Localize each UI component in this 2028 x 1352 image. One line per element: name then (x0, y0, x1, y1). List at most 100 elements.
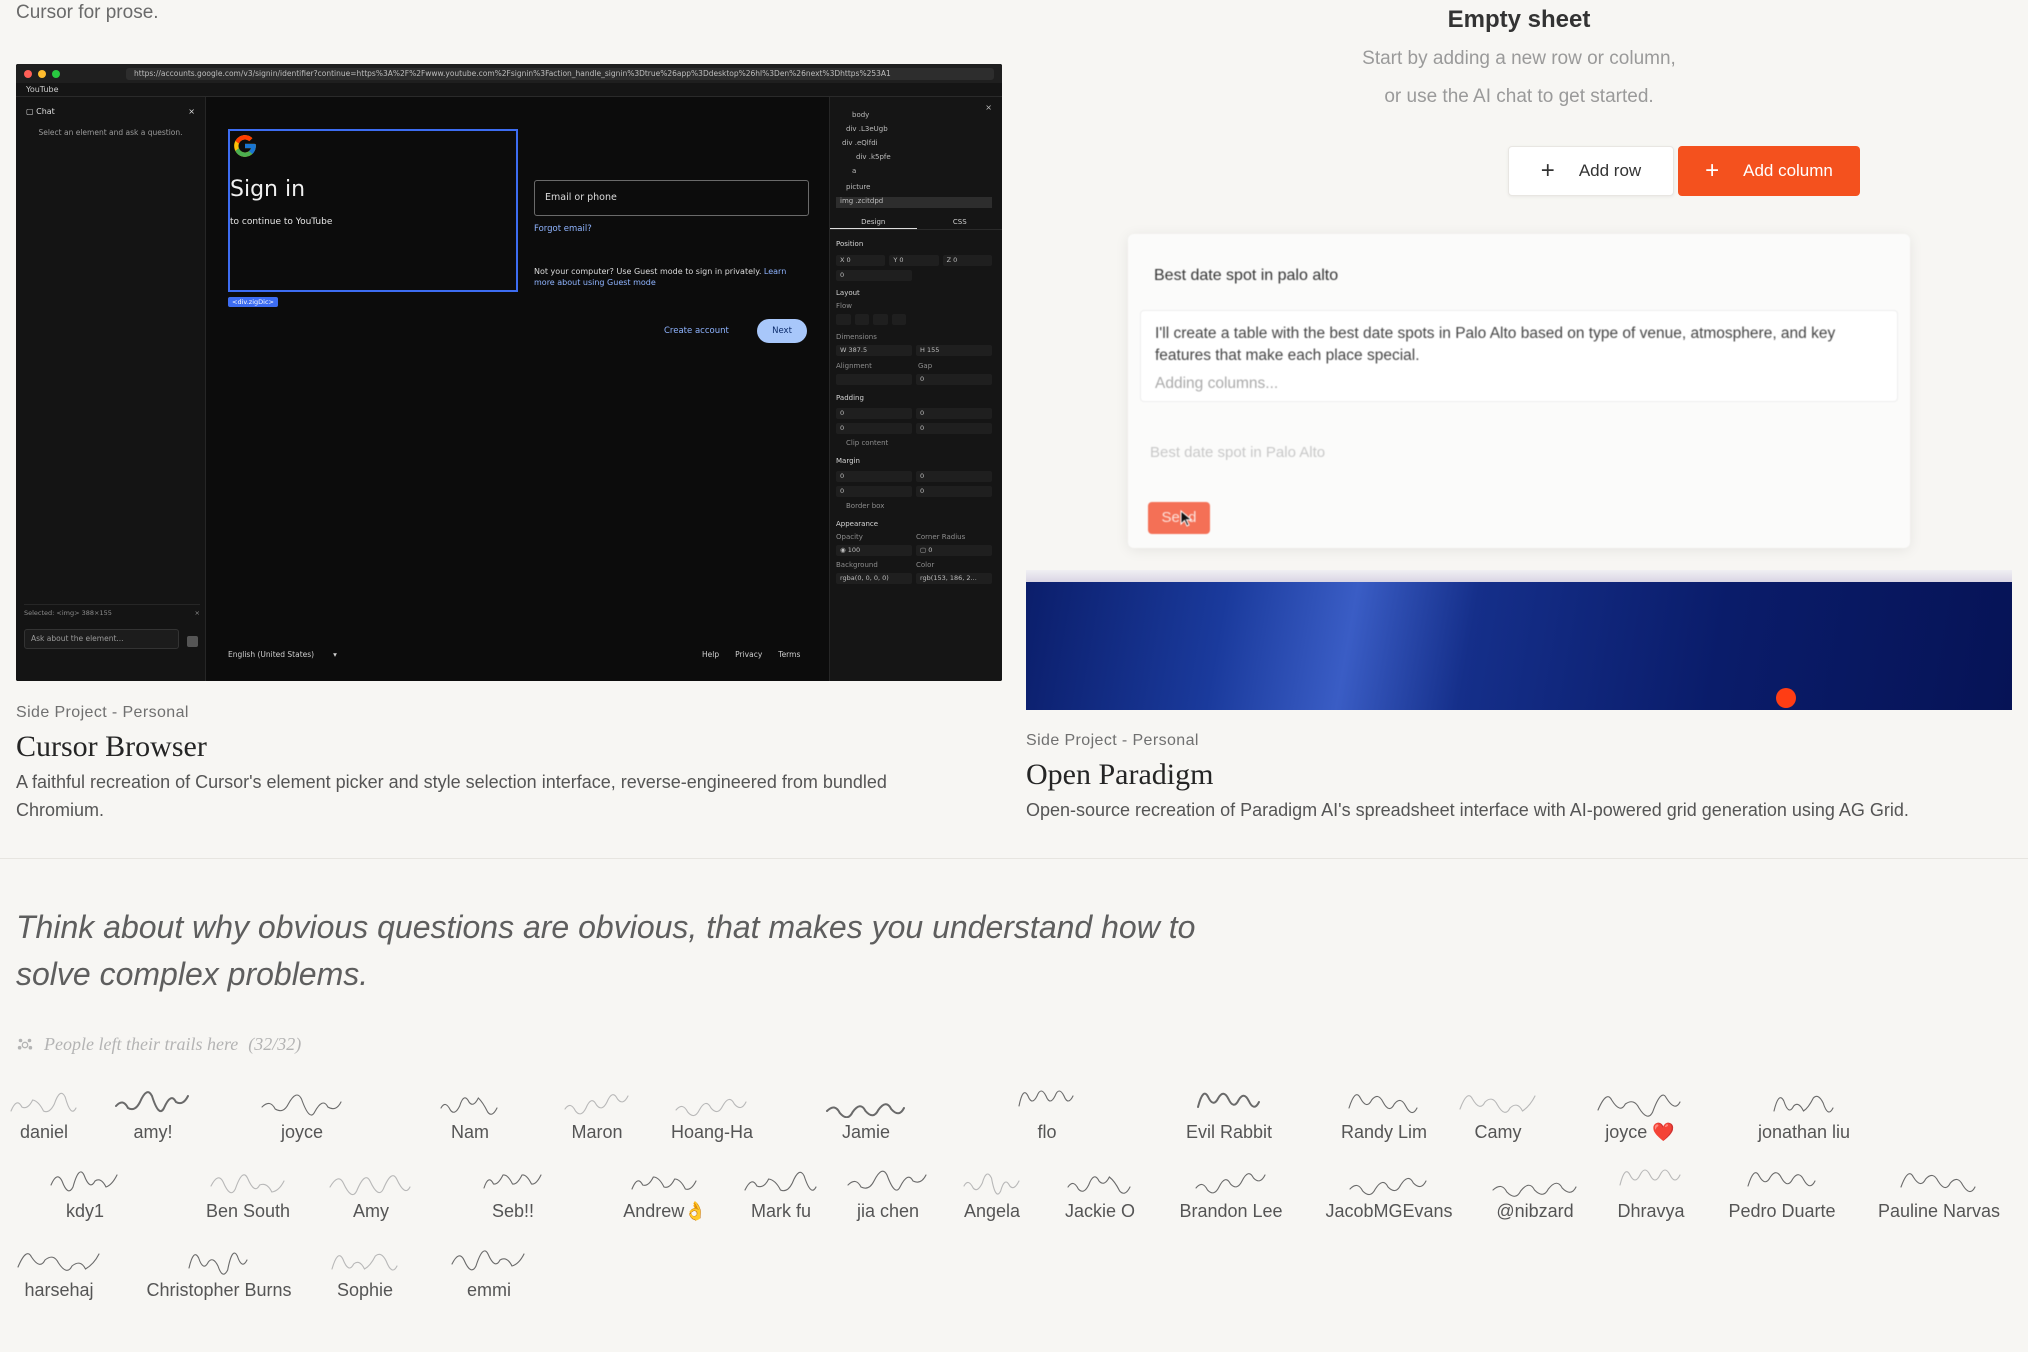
selected-element-outline: Sign in to continue to YouTube (228, 129, 518, 292)
google-logo-icon (234, 135, 256, 157)
signature-scribble (1196, 1092, 1260, 1108)
signature: amy! (73, 1088, 233, 1143)
section-divider (0, 858, 2028, 859)
position-section: Position (836, 240, 864, 248)
signature-scribble (1772, 1095, 1834, 1113)
open-paradigm-screenshot[interactable]: Empty sheet Start by adding a new row or… (1026, 0, 2012, 710)
add-column-button: + Add column (1678, 146, 1860, 196)
signature: Seb!! (433, 1167, 593, 1222)
signature-scribble (9, 1092, 77, 1113)
padding-section: Padding (836, 394, 864, 402)
browser-tab: YouTube (16, 83, 1002, 97)
project-tag: Side Project - Personal (16, 704, 189, 721)
signature-scribble (1018, 1090, 1074, 1107)
language-select: English (United States) ▾ (228, 650, 337, 659)
tree-node: div .k5pfe (856, 153, 891, 161)
signature-name: Evil Rabbit (1185, 1122, 1273, 1142)
signature-scribble (115, 1091, 189, 1112)
signature: emmi (409, 1246, 569, 1301)
project-tag: Side Project - Personal (1026, 732, 1199, 749)
corner-radius-label: Corner Radius (916, 533, 966, 541)
section-tagline: Cursor for prose. (16, 2, 159, 23)
tab-design: Design (830, 214, 917, 229)
signature-name: amy! (133, 1122, 173, 1142)
project-title[interactable]: Cursor Browser (16, 730, 207, 764)
signature: Amy (291, 1167, 451, 1222)
signature-scribble (50, 1171, 118, 1192)
signature: jonathan liu (1724, 1088, 1884, 1143)
close-icon: × (188, 107, 195, 116)
opacity-label: Opacity (836, 533, 863, 541)
empty-sheet-title: Empty sheet (1447, 6, 1591, 33)
trails-heading: People left their trails here (32/32) (16, 1034, 301, 1055)
user-question: Best date spot in palo alto (1154, 267, 1339, 284)
signature-scribble (631, 1176, 697, 1190)
signature-name: Christopher Burns (146, 1280, 292, 1300)
hero-frame-bar (1026, 570, 2012, 582)
signin-title: Sign in (230, 177, 306, 202)
signature: kdy1 (5, 1167, 165, 1222)
signature: flo (967, 1088, 1127, 1143)
cursor-browser-screenshot[interactable]: https://accounts.google.com/v3/signin/id… (16, 64, 1002, 681)
tree-node: picture (846, 183, 871, 191)
signature: JacobMGEvans (1309, 1167, 1469, 1222)
minimize-window-dot (38, 69, 46, 78)
margin-section: Margin (836, 457, 860, 465)
flow-label: Flow (836, 302, 852, 310)
ai-chat-card: Best date spot in palo alto I'll create … (1128, 234, 1910, 548)
signature-name: JacobMGEvans (1325, 1201, 1453, 1221)
signature-scribble (209, 1174, 285, 1194)
signature-name: emmi (467, 1280, 511, 1300)
create-account-link: Create account (664, 326, 729, 336)
signin-subtitle: to continue to YouTube (230, 217, 333, 227)
signature-name: Pauline Narvas (1877, 1201, 2001, 1221)
signature-name: jonathan liu (1757, 1122, 1851, 1142)
close-window-dot (24, 69, 32, 78)
border-box-checkbox: Border box (846, 502, 885, 510)
signature-name: kdy1 (65, 1201, 105, 1221)
gap-label: Gap (918, 362, 933, 370)
signature-name: flo (1037, 1122, 1057, 1142)
ai-answer: I'll create a table with the best date s… (1140, 310, 1898, 402)
signature-scribble (329, 1175, 411, 1196)
close-icon: × (985, 103, 992, 112)
signature: Jamie (786, 1088, 946, 1143)
chat-title: ▢ Chat (26, 107, 55, 116)
layout-section: Layout (836, 289, 860, 297)
appearance-section: Appearance (836, 520, 879, 528)
terms-link: Terms (778, 650, 801, 659)
signature-scribble (451, 1250, 525, 1271)
signature-name: Pedro Duarte (1728, 1201, 1836, 1221)
help-link: Help (702, 650, 720, 659)
chat-hint: Select an element and ask a question. (38, 128, 183, 137)
selection-tag: <div.zigDic> (228, 297, 278, 307)
signature-name: Amy (353, 1201, 389, 1221)
inspector-tabs: Design CSS (830, 214, 1002, 230)
signature: Camy (1418, 1088, 1578, 1143)
signature-name: Hoang-Ha (670, 1122, 754, 1142)
signature-scribble (1194, 1173, 1266, 1194)
clip-content-checkbox: Clip content (846, 439, 889, 447)
chat-input: Ask about the element... (24, 629, 179, 649)
signature-scribble (1067, 1176, 1131, 1194)
chat-panel: ▢ Chat × Select an element and ask a que… (16, 97, 206, 681)
tree-node: div .eQlfdi (842, 139, 878, 147)
signature-scribble (1900, 1173, 1976, 1193)
signature-scribble (1597, 1094, 1681, 1117)
signature-name: harsehaj (24, 1280, 94, 1300)
alignment-label: Alignment (836, 362, 872, 370)
style-inspector-panel: × body div .L3eUgb div .eQlfdi div .k5pf… (829, 97, 1002, 681)
signature-scribble (1746, 1172, 1816, 1187)
signature-scribble (1458, 1095, 1536, 1113)
tree-node: img .zcitdpd (840, 197, 884, 205)
signature-scribble (563, 1094, 629, 1115)
signature-scribble (1349, 1177, 1427, 1196)
signature-name: Camy (1474, 1122, 1522, 1142)
signature-name: Brandon Lee (1179, 1201, 1283, 1221)
project-description: Open-source recreation of Paradigm AI's … (1026, 800, 1909, 820)
close-icon: × (194, 609, 200, 617)
project-title[interactable]: Open Paradigm (1026, 758, 1213, 792)
project-description: A faithful recreation of Cursor's elemen… (16, 772, 887, 820)
signature-scribble (1619, 1169, 1681, 1186)
add-row-button: + Add row (1508, 146, 1674, 196)
